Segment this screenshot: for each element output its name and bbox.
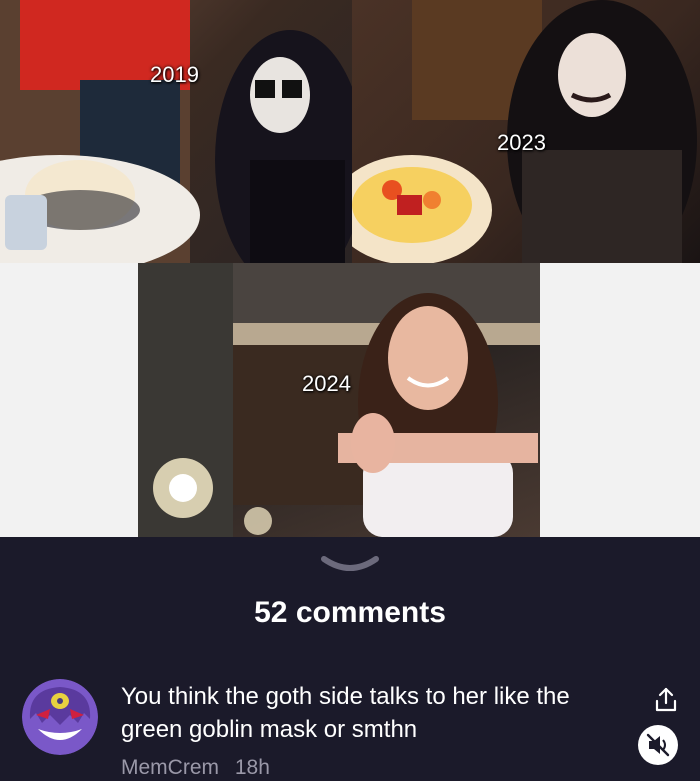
mute-button[interactable] (638, 725, 678, 765)
year-label-2024: 2024 (302, 371, 351, 396)
ghost-avatar-icon[interactable] (22, 679, 98, 755)
photo-2019: 2019 (0, 0, 352, 263)
mute-icon (646, 733, 670, 757)
comment-text: You think the goth side talks to her lik… (121, 683, 570, 743)
comment-meta: MemCrem 18h (121, 756, 280, 780)
post-image[interactable]: 2019 2023 2024 (0, 0, 700, 537)
chevron-down-icon[interactable] (320, 553, 380, 577)
photo-2019-scene (0, 0, 352, 263)
photo-2023: 2023 (352, 0, 700, 263)
year-label-2019: 2019 (150, 62, 199, 87)
year-label-2023: 2023 (497, 130, 546, 155)
share-icon[interactable] (652, 686, 680, 714)
comment-author[interactable]: MemCrem (121, 756, 219, 779)
photo-2024: 2024 (138, 263, 540, 537)
photo-2024-scene (138, 263, 540, 537)
comment-time: 18h (234, 756, 270, 779)
comments-count[interactable]: 52 comments (0, 596, 700, 630)
